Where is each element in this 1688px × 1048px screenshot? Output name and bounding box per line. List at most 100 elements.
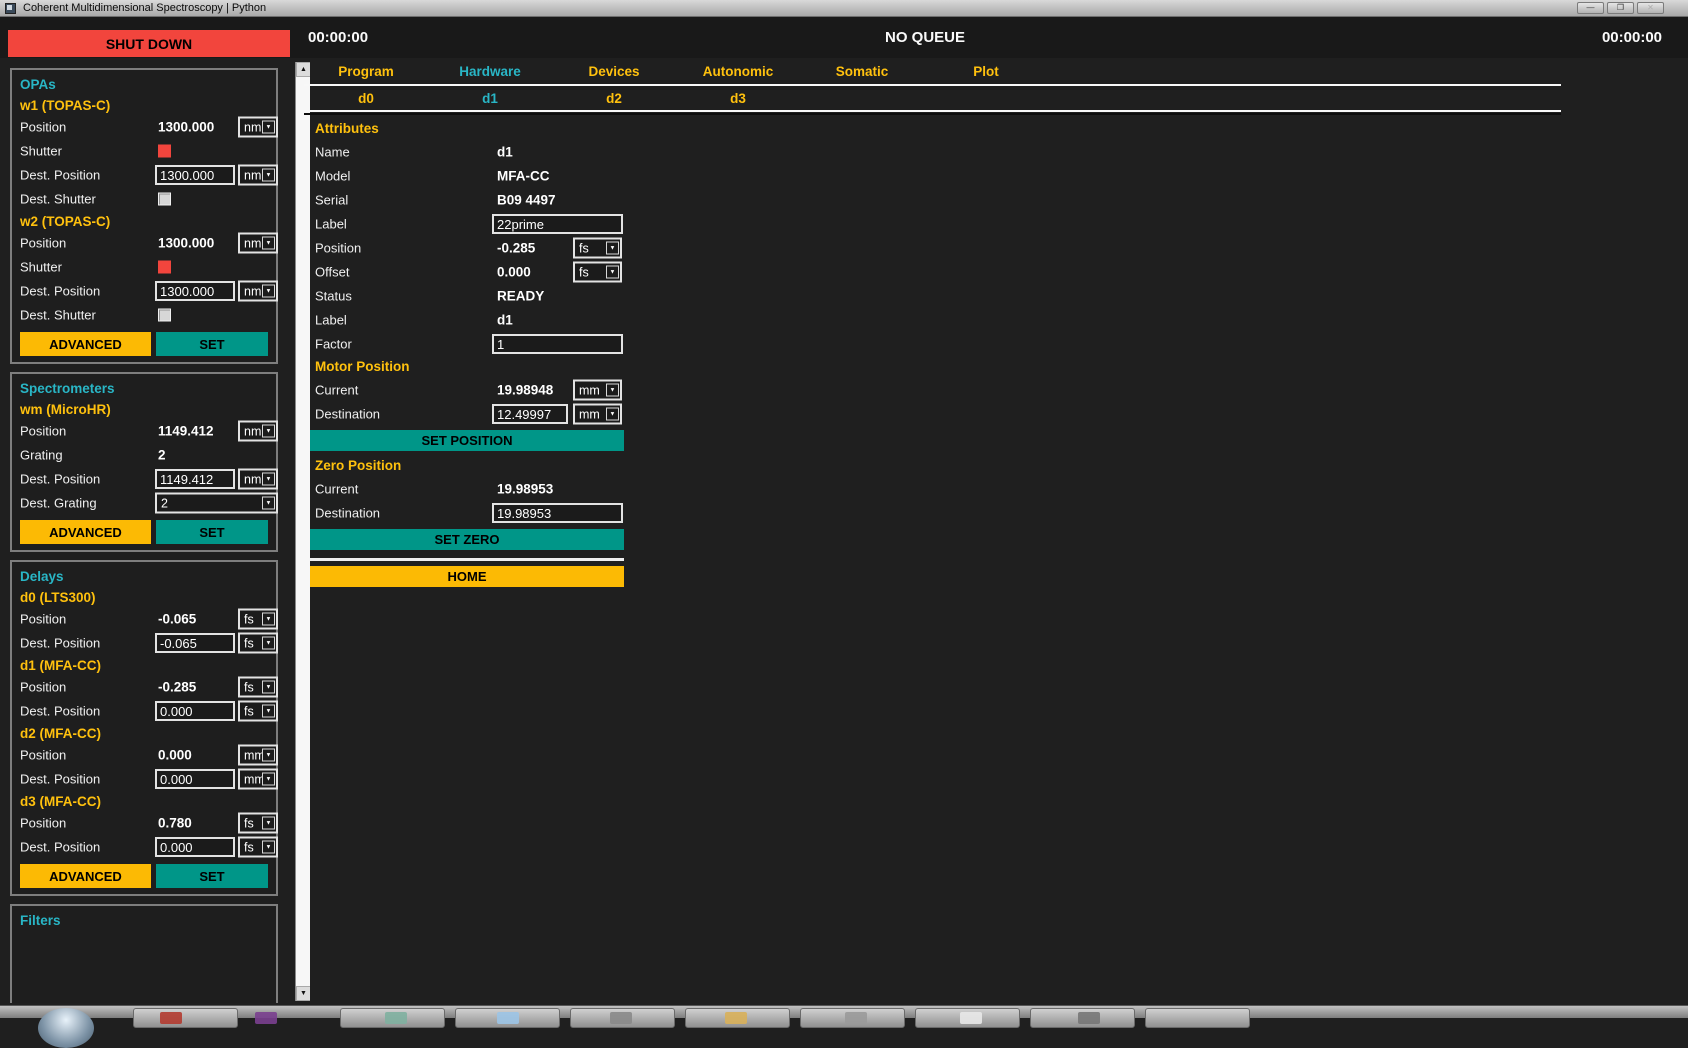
home-button[interactable]: HOME xyxy=(310,566,624,587)
unit-select[interactable]: mm▼ xyxy=(238,769,278,790)
destination-input[interactable] xyxy=(155,837,235,857)
tab-plot[interactable]: Plot xyxy=(924,62,1048,82)
unit-select[interactable]: fs▼ xyxy=(238,609,278,630)
chevron-down-icon[interactable]: ▼ xyxy=(262,749,275,762)
text-input[interactable] xyxy=(492,214,623,234)
chevron-down-icon[interactable]: ▼ xyxy=(606,242,619,255)
tab-devices[interactable]: Devices xyxy=(552,62,676,82)
field-label: Position xyxy=(20,748,66,763)
advanced-button[interactable]: ADVANCED xyxy=(20,864,151,888)
set-button[interactable]: SET xyxy=(156,520,268,544)
unit-select[interactable]: fs▼ xyxy=(238,813,278,834)
unit-select-value: mm xyxy=(575,383,606,397)
unit-select[interactable]: fs▼ xyxy=(238,633,278,654)
unit-select[interactable]: fs▼ xyxy=(238,701,278,722)
chevron-down-icon[interactable]: ▼ xyxy=(262,497,275,510)
chevron-down-icon[interactable]: ▼ xyxy=(262,121,275,134)
field-row-position: Position1300.000nm▼ xyxy=(12,115,276,139)
field-label: Dest. Position xyxy=(20,284,100,299)
restore-button[interactable]: ❐ xyxy=(1607,2,1634,14)
chevron-down-icon[interactable]: ▼ xyxy=(606,384,619,397)
unit-select[interactable]: fs▼ xyxy=(573,238,622,259)
chevron-down-icon[interactable]: ▼ xyxy=(262,681,275,694)
unit-select[interactable]: nm▼ xyxy=(238,281,278,302)
dest-shutter-checkbox[interactable] xyxy=(158,193,171,206)
dest-shutter-checkbox[interactable] xyxy=(158,309,171,322)
field-label: Current xyxy=(315,482,358,497)
section-title: Spectrometers xyxy=(12,378,276,399)
chevron-down-icon[interactable]: ▼ xyxy=(262,637,275,650)
unit-select-value: fs xyxy=(240,840,262,854)
chevron-down-icon[interactable]: ▼ xyxy=(262,705,275,718)
tab-program[interactable]: Program xyxy=(304,62,428,82)
text-input[interactable] xyxy=(492,334,623,354)
taskbar-button[interactable] xyxy=(1145,1008,1250,1028)
unit-select[interactable]: fs▼ xyxy=(238,837,278,858)
zero-position-header: Zero Position xyxy=(310,455,624,477)
device-tab-d1[interactable]: d1 xyxy=(428,89,552,109)
chevron-down-icon[interactable]: ▼ xyxy=(262,841,275,854)
unit-select[interactable]: mm▼ xyxy=(573,404,622,425)
destination-input[interactable] xyxy=(155,469,235,489)
device-tab-d0[interactable]: d0 xyxy=(304,89,428,109)
field-row-model: ModelMFA-CC xyxy=(310,164,624,188)
taskbar-app-icon xyxy=(845,1012,867,1024)
set-position-button[interactable]: SET POSITION xyxy=(310,430,624,451)
field-label: Destination xyxy=(315,407,380,422)
tab-hardware[interactable]: Hardware xyxy=(428,62,552,82)
scroll-down-icon[interactable]: ▼ xyxy=(296,986,311,1001)
unit-select[interactable]: nm▼ xyxy=(238,165,278,186)
shutdown-button[interactable]: SHUT DOWN xyxy=(8,30,290,57)
chevron-down-icon[interactable]: ▼ xyxy=(262,425,275,438)
chevron-down-icon[interactable]: ▼ xyxy=(262,169,275,182)
device-tab-d2[interactable]: d2 xyxy=(552,89,676,109)
advanced-button[interactable]: ADVANCED xyxy=(20,332,151,356)
sidebar-scrollbar[interactable]: ▲ ▼ xyxy=(295,62,310,1001)
chevron-down-icon[interactable]: ▼ xyxy=(262,817,275,830)
unit-select-value: mm xyxy=(240,772,262,786)
tab-autonomic[interactable]: Autonomic xyxy=(676,62,800,82)
hardware-name: d3 (MFA-CC) xyxy=(12,791,276,811)
minimize-button[interactable]: — xyxy=(1577,2,1604,14)
windows-taskbar[interactable] xyxy=(0,1005,1688,1018)
field-label: Label xyxy=(315,313,347,328)
destination-input[interactable] xyxy=(155,769,235,789)
advanced-button[interactable]: ADVANCED xyxy=(20,520,151,544)
section-spectrometers: Spectrometerswm (MicroHR)Position1149.41… xyxy=(10,372,278,552)
field-row-position: Position1300.000nm▼ xyxy=(12,231,276,255)
start-button[interactable] xyxy=(38,1008,94,1048)
chevron-down-icon[interactable]: ▼ xyxy=(262,613,275,626)
destination-input[interactable] xyxy=(155,633,235,653)
unit-select[interactable]: mm▼ xyxy=(238,745,278,766)
chevron-down-icon[interactable]: ▼ xyxy=(262,237,275,250)
unit-select[interactable]: fs▼ xyxy=(573,262,622,283)
tab-somatic[interactable]: Somatic xyxy=(800,62,924,82)
chevron-down-icon[interactable]: ▼ xyxy=(262,473,275,486)
field-row-status: StatusREADY xyxy=(310,284,624,308)
taskbar-app-icon xyxy=(255,1012,277,1024)
chevron-down-icon[interactable]: ▼ xyxy=(606,266,619,279)
unit-select[interactable]: mm▼ xyxy=(573,380,622,401)
field-row-dest-position: Dest. Positionfs▼ xyxy=(12,631,276,655)
destination-input[interactable] xyxy=(492,404,568,424)
unit-select[interactable]: nm▼ xyxy=(238,117,278,138)
destination-input[interactable] xyxy=(155,165,235,185)
unit-select[interactable]: nm▼ xyxy=(238,469,278,490)
close-button[interactable]: ✕ xyxy=(1637,2,1664,14)
unit-select[interactable]: nm▼ xyxy=(238,421,278,442)
destination-input[interactable] xyxy=(155,701,235,721)
text-input[interactable] xyxy=(492,503,623,523)
unit-select[interactable]: nm▼ xyxy=(238,233,278,254)
chevron-down-icon[interactable]: ▼ xyxy=(262,773,275,786)
grating-select[interactable]: 2▼ xyxy=(155,493,278,514)
set-button[interactable]: SET xyxy=(156,864,268,888)
set-button[interactable]: SET xyxy=(156,332,268,356)
taskbar-button[interactable] xyxy=(133,1008,238,1028)
set-zero-button[interactable]: SET ZERO xyxy=(310,529,624,550)
device-tab-d3[interactable]: d3 xyxy=(676,89,800,109)
field-row-shutter: Shutter xyxy=(12,255,276,279)
unit-select[interactable]: fs▼ xyxy=(238,677,278,698)
destination-input[interactable] xyxy=(155,281,235,301)
chevron-down-icon[interactable]: ▼ xyxy=(606,408,619,421)
chevron-down-icon[interactable]: ▼ xyxy=(262,285,275,298)
